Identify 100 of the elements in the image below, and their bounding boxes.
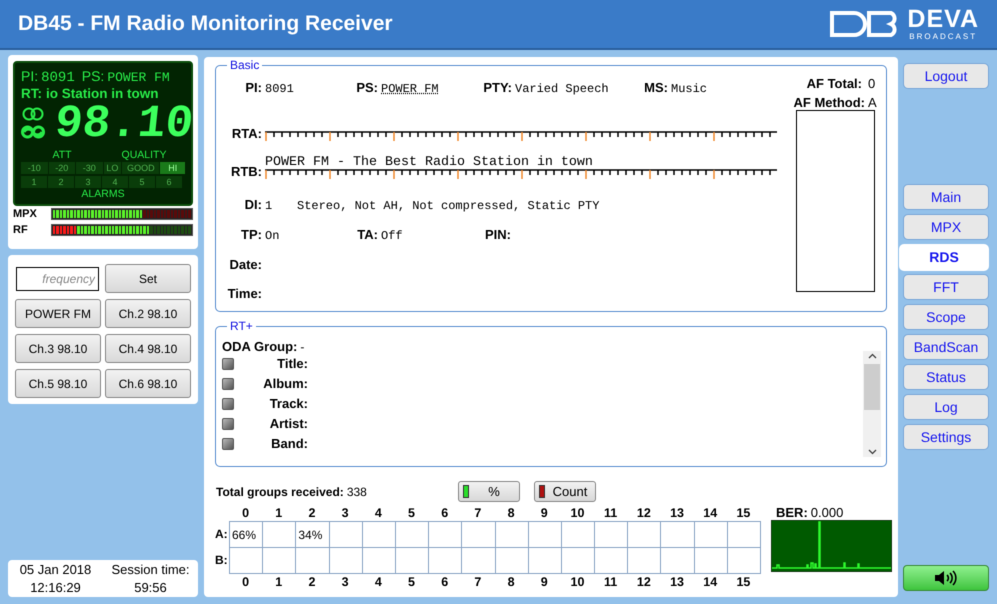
rt-value: io Station in town [46,85,158,103]
att-cell: -20 [48,162,75,174]
field-label: RTA: [230,124,263,142]
field-label: Time: [226,285,263,303]
table-cell [628,548,662,574]
nav-tab[interactable]: Scope [903,304,989,330]
field-value: POWER FM [381,81,440,98]
att-cell: -10 [21,162,48,174]
ps-value: POWER FM [107,69,170,87]
table-cell [562,548,596,574]
table-cell [496,548,529,574]
table-cell: 66% [230,522,264,548]
rt-label: RT: [21,85,42,103]
sound-button[interactable] [903,565,989,591]
field-label: PIN: [484,226,512,244]
ps-label: PS: [82,67,104,86]
column-header: 14 [702,505,718,521]
speaker-icon [933,570,959,586]
column-header: 12 [636,505,652,521]
column-header: 6 [440,574,450,590]
field-value: Music [671,81,708,98]
nav-tab[interactable]: BandScan [903,334,989,360]
column-header: 9 [540,505,549,521]
field-label: DI: [244,196,263,214]
field-label: PS: [355,79,379,97]
field-value: 338 [346,484,367,501]
field-value: - [300,339,304,356]
column-header: 9 [540,574,549,590]
column-header: 3 [340,574,350,590]
table-cell: 34% [296,522,330,548]
column-header: 5 [407,574,416,590]
column-header: 8 [506,505,516,521]
column-header: 6 [440,505,450,521]
column-header: 8 [506,574,516,590]
nav-tab[interactable]: Status [903,364,989,390]
field-label: PTY: [482,79,513,97]
field-label: Album: [262,375,308,394]
table-cell [296,548,330,574]
set-button[interactable]: Set [105,264,191,293]
alarm-cell: 2 [48,176,74,188]
preset-button[interactable]: Ch.5 98.10 [15,369,101,398]
field-label: TP: [240,226,263,244]
nav-tab[interactable]: RDS [899,244,989,271]
mode-toggle-button[interactable]: Count [534,481,596,502]
column-header: 15 [735,505,752,521]
field-label: BER: [776,504,808,522]
column-header: 13 [669,574,685,590]
pi-value: 8091 [41,69,75,88]
column-header: 13 [669,505,685,521]
scroll-up-icon [868,353,876,359]
field-label: AF Method: [794,94,865,112]
scroll-thumb[interactable] [864,364,880,410]
preset-button[interactable]: Ch.2 98.10 [105,299,191,328]
table-cell [528,548,562,574]
meter-label: RF [13,222,29,238]
af-list-box[interactable] [796,110,875,292]
preset-button[interactable]: Ch.3 98.10 [15,334,101,363]
alarm-cell: 3 [75,176,101,188]
frequency-readout: 98.10 [52,101,196,147]
table-cell [661,548,695,574]
nav-tab[interactable]: MPX [903,214,989,240]
row-label: B: [215,552,229,569]
field-label: Band: [270,435,308,454]
preset-button[interactable]: Ch.4 98.10 [105,334,191,363]
att-cell: -30 [76,162,102,174]
column-header: 7 [473,574,482,590]
quality-cell: LO [104,162,122,174]
alarm-cell: 5 [129,176,155,188]
quality-cell: HI [160,162,185,174]
field-label: Date: [228,256,263,274]
column-header: 7 [473,505,482,521]
column-header: 3 [340,505,350,521]
field-label: ODA Group: [222,338,298,356]
column-header: 4 [374,505,383,521]
table-cell [728,548,761,574]
quality-cell: GOOD [122,162,160,174]
att-label: ATT [51,150,73,161]
field-value: A [868,94,878,112]
scroll-down-icon [868,449,876,455]
rtb-text: POWER FM - The Best Radio Station in town [265,156,594,169]
field-value: 0 [868,75,876,93]
alarm-cell: 1 [21,176,47,188]
column-header: 15 [735,574,752,590]
nav-tab[interactable]: Settings [903,424,989,450]
logout-button[interactable]: Logout [903,63,989,89]
nav-tab[interactable]: Log [903,394,989,420]
meter-label: MPX [13,206,38,222]
scrollbar[interactable] [863,351,881,457]
field-value: 8091 [265,81,295,98]
preset-button[interactable]: Ch.6 98.10 [105,369,191,398]
nav-tab[interactable]: FFT [903,274,989,300]
column-header: 11 [603,574,618,590]
field-label: AF Total: [806,75,862,93]
session-time: 59:56 [133,580,168,596]
preset-button[interactable]: POWER FM [15,299,101,328]
nav-tab[interactable]: Main [903,184,989,210]
field-value: 0.000 [810,504,844,522]
mode-toggle-button[interactable]: % [458,481,520,502]
column-header: 4 [374,574,383,590]
alarm-cell: 6 [156,176,182,188]
